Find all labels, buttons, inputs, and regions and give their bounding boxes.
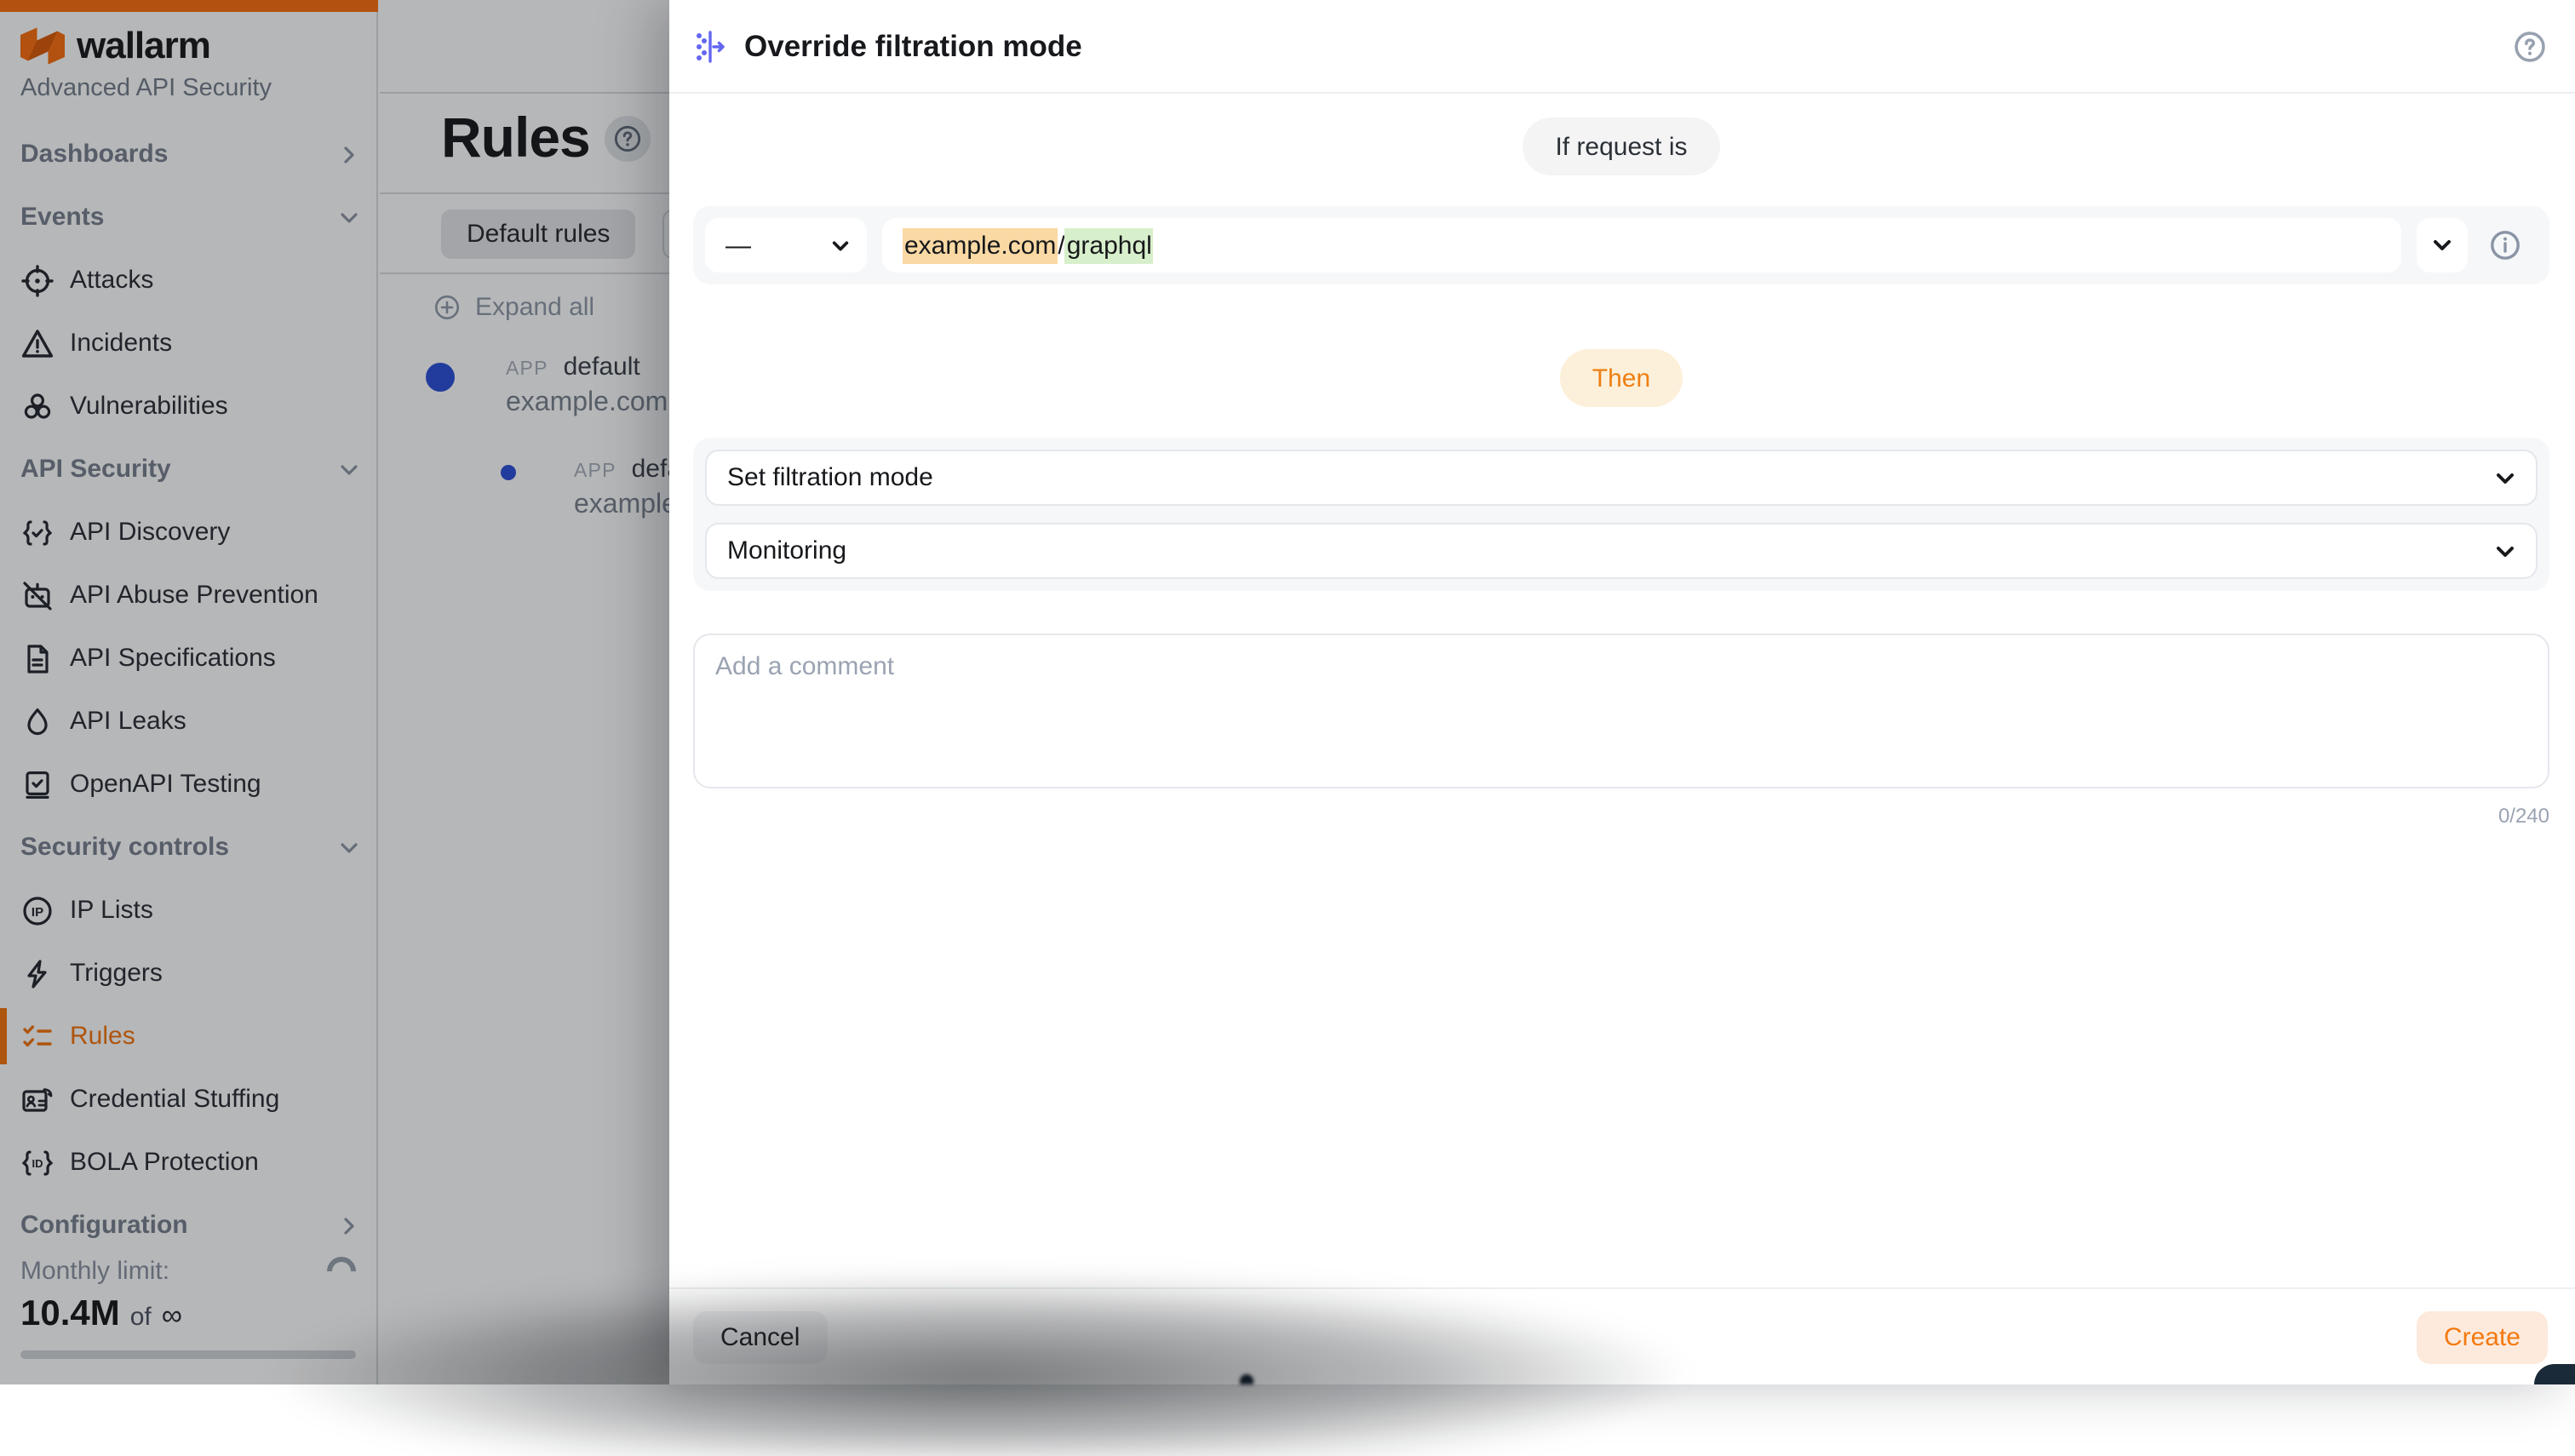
- drawer-title: Override filtration mode: [744, 28, 1082, 64]
- drawer-help-icon[interactable]: [2512, 28, 2548, 64]
- app-root: wallarm Advanced API Security Dashboards…: [0, 0, 2575, 1384]
- then-pill: Then: [1560, 349, 1683, 407]
- action-box: Set filtration mode Monitoring: [693, 438, 2549, 591]
- chevron-down-icon: [2495, 541, 2515, 561]
- chevron-down-icon: [831, 236, 850, 255]
- info-icon[interactable]: [2488, 228, 2522, 262]
- uri-path-highlight: graphql: [1065, 227, 1154, 263]
- condition-expand-button[interactable]: [2417, 218, 2468, 272]
- operator-value: —: [725, 231, 751, 260]
- chevron-down-icon: [2432, 235, 2452, 255]
- rule-flow-icon: [691, 28, 727, 64]
- chevron-down-icon: [2495, 467, 2515, 488]
- action-type-value: Set filtration mode: [727, 463, 933, 492]
- drawer-body: If request is — example.com/graphql T: [669, 118, 2575, 828]
- cancel-button[interactable]: Cancel: [693, 1310, 827, 1363]
- uri-host-highlight: example.com: [903, 227, 1058, 263]
- action-type-select[interactable]: Set filtration mode: [705, 450, 2538, 506]
- drawer-footer: Cancel Create: [669, 1287, 2575, 1384]
- condition-row: — example.com/graphql: [693, 206, 2549, 284]
- drawer-header: Override filtration mode: [669, 0, 2575, 94]
- filtration-mode-value: Monitoring: [727, 536, 846, 565]
- condition-uri-input[interactable]: example.com/graphql: [882, 218, 2401, 272]
- filtration-mode-select[interactable]: Monitoring: [705, 523, 2538, 579]
- create-button[interactable]: Create: [2417, 1310, 2548, 1363]
- char-counter: 0/240: [693, 804, 2549, 828]
- bottom-notch: [1240, 1374, 1253, 1384]
- override-filtration-mode-drawer: Override filtration mode If request is —…: [669, 0, 2575, 1384]
- if-request-is-pill: If request is: [1523, 118, 1719, 175]
- condition-operator-select[interactable]: —: [705, 218, 867, 272]
- comment-textarea[interactable]: [693, 633, 2549, 788]
- uri-separator: /: [1058, 227, 1064, 263]
